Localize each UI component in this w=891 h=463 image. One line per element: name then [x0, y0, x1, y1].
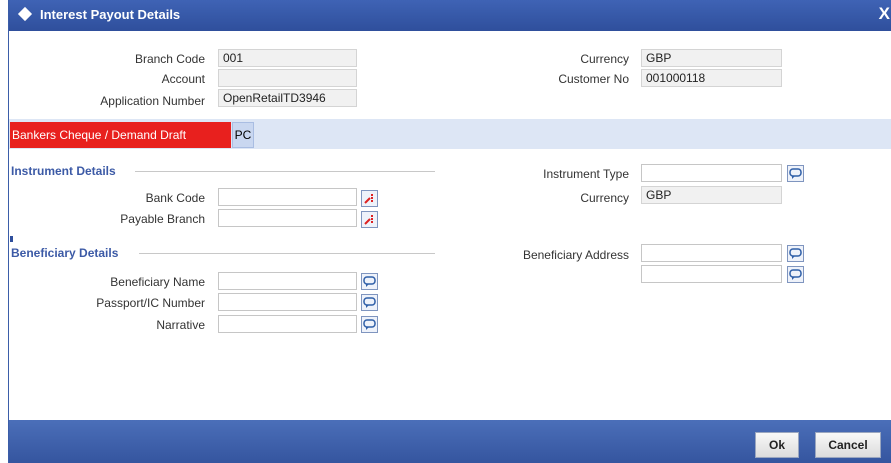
narrative-input[interactable] [218, 315, 357, 333]
instrument-currency-label: Currency [580, 191, 629, 205]
customer-no-field[interactable]: 001000118 [641, 69, 782, 87]
tab-bankers-cheque-demand-draft[interactable]: Bankers Cheque / Demand Draft [10, 122, 231, 148]
instrument-type-input[interactable] [641, 164, 782, 182]
customer-no-label: Customer No [558, 72, 629, 86]
narrative-label: Narrative [156, 318, 205, 332]
beneficiary-address-line1-input[interactable] [641, 244, 782, 262]
speech-bubble-icon [789, 269, 802, 280]
passport-ic-number-label: Passport/IC Number [96, 296, 205, 310]
speech-bubble-icon [789, 168, 802, 179]
currency-label: Currency [580, 52, 629, 66]
interest-payout-window: Interest Payout Details X Branch Code 00… [8, 0, 891, 463]
speech-bubble-icon [363, 276, 376, 287]
bank-code-lookup-button[interactable] [361, 190, 378, 207]
instrument-type-lov-button[interactable] [787, 165, 804, 182]
beneficiary-address-line2-lov-button[interactable] [787, 266, 804, 283]
instrument-details-heading: Instrument Details [11, 164, 116, 178]
payable-branch-lookup-button[interactable] [361, 211, 378, 228]
branch-code-field[interactable]: 001 [218, 49, 357, 67]
tab-bar: Bankers Cheque / Demand Draft PC [9, 119, 891, 149]
tab-pc[interactable]: PC [232, 122, 254, 148]
beneficiary-address-line1-lov-button[interactable] [787, 245, 804, 262]
instrument-currency-field[interactable]: GBP [641, 186, 782, 204]
beneficiary-address-line2-input[interactable] [641, 265, 782, 283]
speech-bubble-icon [789, 248, 802, 259]
instrument-type-label: Instrument Type [543, 167, 629, 181]
cancel-button[interactable]: Cancel [815, 432, 881, 458]
section-divider [139, 253, 435, 254]
account-field[interactable] [218, 69, 357, 87]
section-divider [135, 171, 435, 172]
window-title: Interest Payout Details [40, 7, 181, 22]
passport-ic-number-lov-button[interactable] [361, 294, 378, 311]
title-bar[interactable]: Interest Payout Details X [9, 0, 891, 31]
section-marker [10, 236, 13, 242]
beneficiary-name-input[interactable] [218, 272, 357, 290]
bank-code-input[interactable] [218, 188, 357, 206]
narrative-lov-button[interactable] [361, 316, 378, 333]
bank-code-label: Bank Code [145, 191, 205, 205]
pin-icon [364, 194, 373, 204]
branch-code-label: Branch Code [134, 52, 205, 66]
ok-button[interactable]: Ok [755, 432, 799, 458]
pin-icon [364, 215, 373, 225]
currency-field[interactable]: GBP [641, 49, 782, 67]
beneficiary-address-label: Beneficiary Address [522, 248, 629, 262]
passport-ic-number-input[interactable] [218, 293, 357, 311]
payable-branch-label: Payable Branch [120, 212, 205, 226]
application-number-label: Application Number [100, 94, 205, 108]
application-number-field[interactable]: OpenRetailTD3946 [218, 89, 357, 107]
diamond-icon [17, 6, 33, 22]
beneficiary-name-label: Beneficiary Name [110, 275, 205, 289]
payable-branch-input[interactable] [218, 209, 357, 227]
beneficiary-name-lov-button[interactable] [361, 273, 378, 290]
speech-bubble-icon [363, 297, 376, 308]
close-button[interactable]: X [879, 4, 890, 24]
speech-bubble-icon [363, 319, 376, 330]
account-label: Account [161, 72, 205, 86]
beneficiary-details-heading: Beneficiary Details [11, 246, 119, 260]
